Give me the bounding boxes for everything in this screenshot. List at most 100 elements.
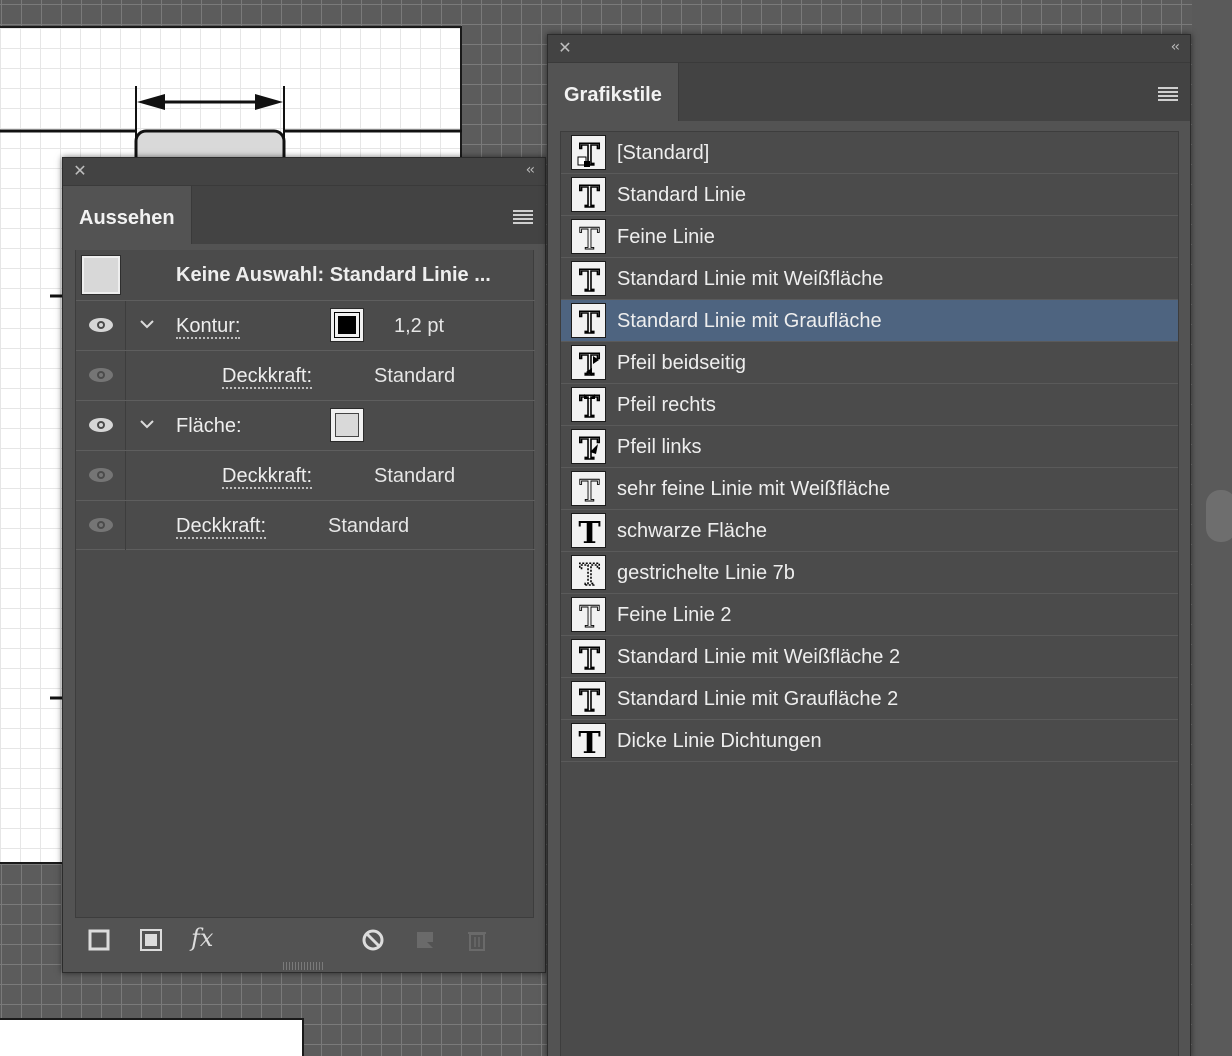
selection-thumbnail <box>81 255 121 295</box>
resize-grip[interactable] <box>283 962 323 970</box>
appearance-row-object-opacity[interactable]: Deckkraft: Standard <box>76 500 535 550</box>
svg-text:T: T <box>578 726 601 759</box>
new-stroke-icon[interactable] <box>87 928 111 952</box>
style-list-item[interactable]: Tgestrichelte Linie 7b <box>561 552 1178 594</box>
style-name-label: Feine Linie 2 <box>617 604 732 626</box>
graphic-style-thumbnail-icon: T <box>571 429 606 465</box>
style-name-label: Standard Linie mit Weißfläche <box>617 268 884 290</box>
opacity-label[interactable]: Deckkraft: <box>222 465 313 489</box>
eye-icon[interactable] <box>88 467 114 483</box>
style-list-item[interactable]: T Feine Linie <box>561 216 1178 258</box>
stroke-label[interactable]: Kontur: <box>176 315 241 339</box>
style-name-label: Standard Linie mit Graufläche 2 <box>617 688 899 710</box>
style-list-item[interactable]: T Standard Linie mit Weißfläche 2 <box>561 636 1178 678</box>
style-list-item[interactable]: T Pfeil rechts <box>561 384 1178 426</box>
style-list-item[interactable]: T Standard Linie mit Graufläche <box>561 300 1178 342</box>
graphic-style-thumbnail-icon: T <box>571 387 606 423</box>
style-list-item[interactable]: T Standard Linie <box>561 174 1178 216</box>
graphic-style-thumbnail-icon: T <box>571 219 606 255</box>
visibility-toggle[interactable] <box>76 351 126 400</box>
style-list-item[interactable]: T Standard Linie mit Graufläche 2 <box>561 678 1178 720</box>
hamburger-menu-icon[interactable] <box>513 210 533 224</box>
dimension-arrow-right <box>255 94 283 110</box>
eye-icon[interactable] <box>88 417 114 433</box>
style-list-item[interactable]: T Feine Linie 2 <box>561 594 1178 636</box>
scrollbar-thumb[interactable] <box>1206 490 1232 542</box>
graphic-style-thumbnail-icon: T <box>571 639 606 675</box>
stroke-color-swatch[interactable] <box>330 308 364 342</box>
svg-text:T: T <box>578 516 601 549</box>
graphic-style-thumbnail-icon: T <box>571 723 606 759</box>
close-icon[interactable]: ✕ <box>73 163 87 179</box>
graphic-style-thumbnail-icon: T <box>571 681 606 717</box>
fill-color-swatch[interactable] <box>330 408 364 442</box>
style-list-item[interactable]: Tschwarze Fläche <box>561 510 1178 552</box>
panel-title-bar[interactable]: ✕ ‹‹ <box>548 35 1190 63</box>
svg-text:T: T <box>579 600 599 633</box>
panel-title-bar[interactable]: ✕ ‹‹ <box>63 158 545 186</box>
hamburger-menu-icon[interactable] <box>1158 87 1178 101</box>
svg-text:T: T <box>579 306 599 339</box>
style-list-item[interactable]: T Dicke Linie Dichtungen <box>561 720 1178 762</box>
clear-appearance-icon[interactable] <box>361 928 385 952</box>
panel-tab-strip: Grafikstile <box>548 63 1190 121</box>
style-list-item[interactable]: T Standard Linie mit Weißfläche <box>561 258 1178 300</box>
style-name-label: sehr feine Linie mit Weißfläche <box>617 478 891 500</box>
close-icon[interactable]: ✕ <box>558 40 572 56</box>
graphic-style-thumbnail-icon: T <box>571 345 606 381</box>
trash-icon <box>468 932 486 951</box>
fx-icon[interactable]: fx <box>191 924 213 952</box>
appearance-row-stroke-opacity[interactable]: Deckkraft: Standard <box>76 350 535 400</box>
style-name-label: Pfeil rechts <box>617 394 716 416</box>
tab-grafikstile[interactable]: Grafikstile <box>548 63 679 121</box>
opacity-label[interactable]: Deckkraft: <box>222 365 313 389</box>
eye-icon[interactable] <box>88 317 114 333</box>
visibility-toggle[interactable] <box>76 451 126 500</box>
opacity-label[interactable]: Deckkraft: <box>176 515 267 539</box>
double-chevron-left-icon[interactable]: ‹‹ <box>526 162 535 178</box>
opacity-value: Standard <box>328 515 410 537</box>
graphic-style-thumbnail-icon: T <box>571 135 606 171</box>
new-fill-icon[interactable] <box>139 928 163 952</box>
graphic-style-thumbnail-icon: T <box>571 597 606 633</box>
style-name-label: Feine Linie <box>617 226 715 248</box>
stroke-weight-value[interactable]: 1,2 pt <box>394 315 444 338</box>
appearance-row-stroke[interactable]: Kontur: 1,2 pt <box>76 300 535 350</box>
graphic-style-thumbnail-icon: T <box>571 177 606 213</box>
svg-text:T: T <box>579 390 599 423</box>
chevron-down-icon[interactable] <box>138 415 156 433</box>
appearance-row-fill[interactable]: Fläche: <box>76 400 535 450</box>
style-list-item[interactable]: Tsehr feine Linie mit Weißfläche <box>561 468 1178 510</box>
eye-icon[interactable] <box>88 517 114 533</box>
panel-tab-strip: Aussehen <box>63 186 545 244</box>
style-name-label: Standard Linie mit Weißfläche 2 <box>617 646 901 668</box>
svg-text:T: T <box>579 180 599 213</box>
svg-text:T: T <box>579 684 599 717</box>
eye-icon[interactable] <box>88 367 114 383</box>
style-list-item[interactable]: T Pfeil beidseitig <box>561 342 1178 384</box>
graphic-style-thumbnail-icon: T <box>571 471 606 507</box>
style-list-item[interactable]: T Pfeil links <box>561 426 1178 468</box>
visibility-toggle[interactable] <box>76 401 126 450</box>
graphic-style-thumbnail-icon: T <box>571 303 606 339</box>
style-name-label: schwarze Fläche <box>617 520 768 542</box>
graphic-style-thumbnail-icon: T <box>571 555 606 591</box>
tab-aussehen[interactable]: Aussehen <box>63 186 192 244</box>
svg-text:T: T <box>579 474 599 507</box>
svg-text:T: T <box>579 642 599 675</box>
visibility-toggle[interactable] <box>76 501 126 550</box>
graphic-styles-panel[interactable]: ✕ ‹‹ Grafikstile T [Standard] T Standard Li… <box>547 34 1191 1056</box>
visibility-toggle[interactable] <box>76 301 126 350</box>
chevron-down-icon[interactable] <box>138 315 156 333</box>
appearance-row-fill-opacity[interactable]: Deckkraft: Standard <box>76 450 535 500</box>
appearance-panel[interactable]: ✕ ‹‹ Aussehen Keine Auswahl: Standard Li… <box>62 157 546 973</box>
graphic-styles-list[interactable]: T [Standard] T Standard Linie T Feine Linie T S… <box>560 131 1179 1056</box>
fill-label[interactable]: Fläche: <box>176 415 242 438</box>
appearance-header-row[interactable]: Keine Auswahl: Standard Linie ... <box>76 250 535 300</box>
appearance-header-title: Keine Auswahl: Standard Linie ... <box>176 264 491 286</box>
style-list-item[interactable]: T [Standard] <box>561 132 1178 174</box>
double-chevron-left-icon[interactable]: ‹‹ <box>1171 39 1180 55</box>
artboard-secondary[interactable] <box>0 1018 304 1056</box>
graphic-style-thumbnail-icon: T <box>571 261 606 297</box>
svg-text:T: T <box>579 222 599 255</box>
